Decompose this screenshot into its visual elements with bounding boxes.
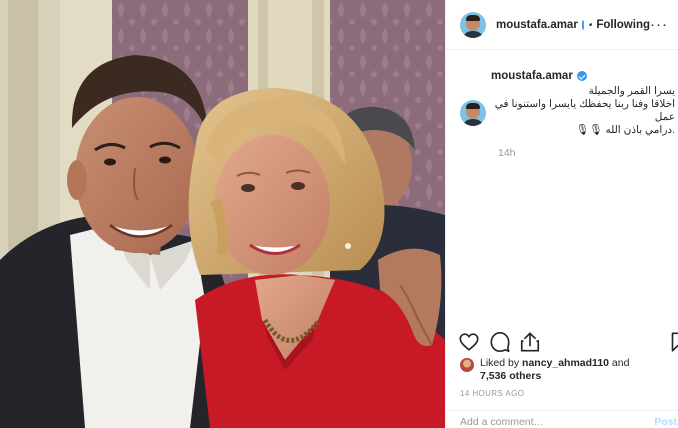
likes-text: Liked by nancy_ahmad110 and 7,536 others bbox=[480, 357, 629, 383]
bookmark-icon[interactable] bbox=[670, 331, 678, 353]
post-photo-image bbox=[0, 0, 445, 428]
share-icon[interactable] bbox=[519, 331, 541, 353]
more-options-icon[interactable]: ··· bbox=[650, 17, 668, 32]
caption-line-3: .درامي باذن الله 🎙🎙 bbox=[575, 124, 675, 136]
comment-icon[interactable] bbox=[489, 331, 511, 353]
caption-line-2: اخلاقا وفنا ربنا يحفظك يايسرا واستنونا ف… bbox=[494, 98, 675, 123]
post-comment-button[interactable]: Post bbox=[654, 416, 677, 428]
post-side-panel: moustafa.amar • Following ··· moustafa.a… bbox=[445, 0, 678, 428]
comment-input[interactable]: Add a comment… bbox=[460, 416, 544, 428]
caption-avatar[interactable] bbox=[460, 100, 486, 126]
likes-summary: Liked by nancy_ahmad110 and 7,536 others bbox=[460, 357, 675, 383]
likes-count[interactable]: 7,536 others bbox=[480, 370, 541, 382]
caption-timestamp: 14h bbox=[498, 147, 516, 159]
comment-bar: Add a comment… Post bbox=[446, 410, 678, 428]
liker-username[interactable]: nancy_ahmad110 bbox=[522, 357, 609, 369]
post-caption: moustafa.amar يسرا القمر والجميلة اخلاقا… bbox=[460, 70, 675, 159]
post-photo[interactable] bbox=[0, 0, 445, 428]
action-bar bbox=[458, 331, 678, 355]
likes-middle: and bbox=[609, 357, 630, 369]
verified-badge-icon bbox=[581, 19, 585, 30]
caption-text: يسرا القمر والجميلة اخلاقا وفنا ربنا يحف… bbox=[482, 85, 675, 137]
post-header: moustafa.amar • Following ··· bbox=[446, 0, 678, 50]
author-avatar[interactable] bbox=[460, 11, 486, 38]
author-username[interactable]: moustafa.amar bbox=[496, 19, 578, 31]
caption-username[interactable]: moustafa.amar bbox=[491, 70, 573, 82]
liker-avatar[interactable] bbox=[460, 358, 474, 372]
post-time-ago: 14 HOURS AGO bbox=[460, 389, 525, 398]
verified-badge-icon bbox=[576, 71, 587, 81]
header-separator: • bbox=[588, 18, 593, 31]
likes-prefix: Liked by bbox=[480, 357, 523, 369]
following-button[interactable]: Following bbox=[596, 19, 650, 31]
caption-line-1: يسرا القمر والجميلة bbox=[588, 85, 675, 97]
heart-icon[interactable] bbox=[458, 331, 480, 353]
